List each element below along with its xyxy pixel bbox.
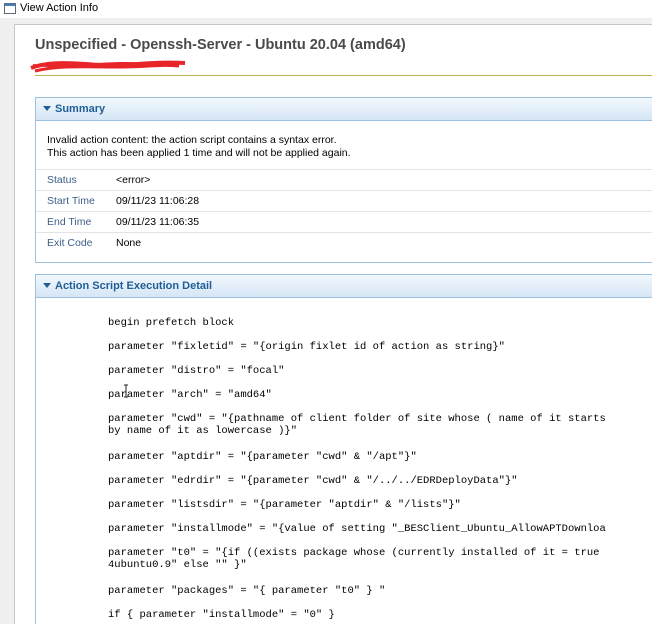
chevron-down-icon[interactable]	[43, 283, 51, 288]
summary-label: End Time	[47, 216, 92, 228]
script-line: parameter "distro" = "focal"	[108, 365, 285, 377]
script-line: parameter "arch" = "amd64"	[108, 389, 272, 401]
summary-row-exit-code: Exit Code None	[36, 232, 652, 253]
summary-value: 09/11/23 11:06:28	[116, 195, 200, 207]
summary-message-line: This action has been applied 1 time and …	[47, 147, 351, 159]
script-line: parameter "cwd" = "{pathname of client f…	[108, 413, 606, 425]
window-title: View Action Info	[20, 2, 99, 14]
summary-row-start-time: Start Time 09/11/23 11:06:28	[36, 190, 652, 211]
summary-header-label: Summary	[55, 103, 106, 115]
summary-row-end-time: End Time 09/11/23 11:06:35	[36, 211, 652, 232]
action-info-content: Unspecified - Openssh-Server - Ubuntu 20…	[14, 24, 652, 624]
summary-value: None	[116, 237, 142, 249]
summary-header[interactable]: Summary	[36, 98, 652, 121]
page-title: Unspecified - Openssh-Server - Ubuntu 20…	[35, 37, 406, 53]
heading-divider	[35, 75, 652, 76]
summary-value: 09/11/23 11:06:35	[116, 216, 200, 228]
summary-panel: Summary Invalid action content: the acti…	[35, 97, 652, 263]
script-line: parameter "fixletid" = "{origin fixlet i…	[108, 341, 505, 353]
summary-message-line: Invalid action content: the action scrip…	[47, 134, 337, 146]
script-line: parameter "aptdir" = "{parameter "cwd" &…	[108, 451, 417, 463]
script-line: 4ubuntu0.9" else "" }"	[108, 559, 247, 571]
chevron-down-icon[interactable]	[43, 106, 51, 111]
redaction-scribble	[30, 60, 186, 73]
execution-detail-panel: Action Script Execution Detail begin pre…	[35, 274, 652, 624]
text-cursor-icon	[124, 384, 128, 398]
summary-row-status: Status <error>	[36, 169, 652, 190]
execution-detail-header-label: Action Script Execution Detail	[55, 280, 213, 292]
script-line: parameter "edrdir" = "{parameter "cwd" &…	[108, 475, 518, 487]
script-line: if { parameter "installmode" = "0" }	[108, 609, 335, 621]
script-line: by name of it as lowercase )}"	[108, 425, 298, 437]
execution-detail-header[interactable]: Action Script Execution Detail	[36, 275, 652, 298]
script-line: parameter "listsdir" = "{parameter "aptd…	[108, 499, 461, 511]
summary-value: <error>	[116, 174, 151, 186]
summary-message: Invalid action content: the action scrip…	[47, 134, 351, 160]
summary-label: Status	[47, 174, 77, 186]
summary-table: Status <error> Start Time 09/11/23 11:06…	[36, 169, 652, 253]
script-line: begin prefetch block	[108, 317, 235, 329]
script-line: parameter "installmode" = "{value of set…	[108, 523, 606, 535]
script-line: parameter "packages" = "{ parameter "t0"…	[108, 585, 386, 597]
window-app-icon	[4, 3, 16, 14]
script-line: parameter "t0" = "{if ((exists package w…	[108, 547, 600, 559]
window-titlebar: View Action Info	[0, 0, 652, 18]
action-script-code: begin prefetch block parameter "fixletid…	[108, 317, 652, 621]
summary-label: Exit Code	[47, 237, 93, 249]
summary-label: Start Time	[47, 195, 95, 207]
